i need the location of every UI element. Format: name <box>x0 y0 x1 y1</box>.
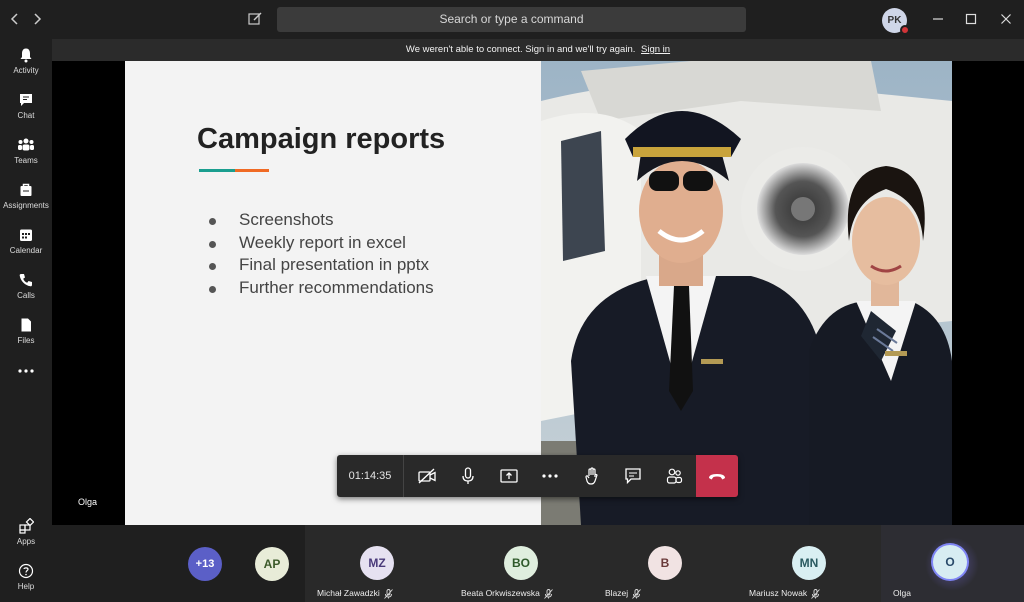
raise-hand-icon <box>585 467 598 485</box>
participant-avatar: B <box>648 546 682 580</box>
rail-label: Apps <box>16 537 36 546</box>
camera-off-button[interactable] <box>417 466 437 486</box>
rail-label: Assignments <box>3 201 49 210</box>
minimize-icon[interactable] <box>929 10 947 28</box>
app-rail: Activity Chat Teams Assignments Calendar… <box>0 39 52 602</box>
rail-apps[interactable]: Apps <box>0 518 52 558</box>
rail-label: Calendar <box>9 246 43 255</box>
chat-icon <box>625 468 641 485</box>
slide-bullet: Final presentation in pptx <box>207 254 434 277</box>
raise-hand-button[interactable] <box>582 466 602 486</box>
mic-off-icon <box>811 588 820 599</box>
participant-avatar-ap[interactable]: AP <box>255 547 289 581</box>
participant-name: Michał Zawadzki <box>317 588 393 599</box>
more-apps-button[interactable] <box>0 366 52 406</box>
rail-calls[interactable]: Calls <box>0 272 52 312</box>
camera-off-icon <box>418 468 436 484</box>
participant-name: Mariusz Nowak <box>749 588 820 599</box>
rail-label: Teams <box>14 156 38 165</box>
participant-strip: +13 AP MZ Michał Zawadzki BO Beata Orkwi… <box>52 525 1024 602</box>
participant-tile[interactable]: MZ Michał Zawadzki <box>305 525 449 602</box>
call-control-bar: 01:14:35 <box>337 455 738 497</box>
rail-label: Calls <box>17 291 35 300</box>
slide-title: Campaign reports <box>197 123 446 155</box>
connection-banner: We weren't able to connect. Sign in and … <box>52 39 1024 61</box>
more-actions-button[interactable] <box>540 466 560 486</box>
mic-off-icon <box>544 588 553 599</box>
phone-icon <box>19 274 32 287</box>
rail-calendar[interactable]: Calendar <box>0 227 52 267</box>
slide-bullet: Further recommendations <box>207 277 434 300</box>
participants-button[interactable] <box>664 466 684 486</box>
rail-chat[interactable]: Chat <box>0 92 52 132</box>
participant-tile[interactable]: B Blazej <box>593 525 737 602</box>
rail-files[interactable]: Files <box>0 317 52 357</box>
presenter-name: Olga <box>78 497 98 507</box>
teams-icon <box>18 138 34 151</box>
search-input[interactable]: Search or type a command <box>277 7 746 32</box>
participant-tile-self[interactable]: O Olga <box>881 525 1024 602</box>
rail-teams[interactable]: Teams <box>0 137 52 177</box>
share-screen-button[interactable] <box>499 466 519 486</box>
bell-icon <box>20 48 32 63</box>
mic-off-icon <box>383 588 393 599</box>
chat-button[interactable] <box>623 466 643 486</box>
rail-label: Chat <box>17 111 35 120</box>
participant-avatar: MN <box>792 546 826 580</box>
rail-label: Files <box>17 336 35 345</box>
file-icon <box>21 318 31 332</box>
title-bar: Search or type a command PK <box>0 0 1024 39</box>
sign-in-link[interactable]: Sign in <box>641 44 670 55</box>
participant-name-text: Mariusz Nowak <box>749 588 808 598</box>
participant-tile[interactable]: MN Mariusz Nowak <box>737 525 881 602</box>
assignments-icon <box>20 183 32 196</box>
slide-bullet: Weekly report in excel <box>207 232 434 255</box>
teams-window: Search or type a command PK Activity Cha… <box>0 0 1024 602</box>
hang-up-icon <box>709 474 725 480</box>
participant-name-text: Michał Zawadzki <box>317 588 380 598</box>
slide-accent-line-teal <box>199 169 235 172</box>
profile-initials: PK <box>887 15 902 26</box>
microphone-button[interactable] <box>458 466 478 486</box>
banner-text: We weren't able to connect. Sign in and … <box>405 44 636 55</box>
slide-bullet-list: Screenshots Weekly report in excel Final… <box>207 209 434 299</box>
participant-name-text: Olga <box>893 588 911 598</box>
participant-name: Blazej <box>605 588 641 599</box>
slide-accent-line-orange <box>235 169 269 172</box>
participant-avatar: BO <box>504 546 538 580</box>
participant-tile[interactable]: BO Beata Orkwiszewska <box>449 525 593 602</box>
rail-assignments[interactable]: Assignments <box>0 182 52 222</box>
participant-name: Olga <box>893 588 911 598</box>
slide-bullet: Screenshots <box>207 209 434 232</box>
participant-name: Beata Orkwiszewska <box>461 588 553 599</box>
chat-icon <box>20 94 32 106</box>
more-icon <box>542 474 558 478</box>
mic-off-icon <box>632 588 641 599</box>
microphone-icon <box>462 467 474 484</box>
close-icon[interactable] <box>997 10 1015 28</box>
help-icon <box>18 563 34 579</box>
share-screen-icon <box>500 469 518 483</box>
overflow-participants-button[interactable]: +13 <box>188 547 222 581</box>
back-icon[interactable] <box>6 10 24 28</box>
status-busy-icon <box>900 25 910 35</box>
participant-name-text: Blazej <box>605 588 629 598</box>
rail-activity[interactable]: Activity <box>0 47 52 87</box>
people-icon <box>666 468 683 484</box>
participant-avatar: MZ <box>360 546 394 580</box>
new-chat-icon[interactable] <box>246 10 264 28</box>
profile-avatar[interactable]: PK <box>882 8 910 35</box>
forward-icon[interactable] <box>28 10 46 28</box>
rail-label: Activity <box>13 66 39 75</box>
more-icon <box>18 369 34 373</box>
participant-avatar: O <box>933 545 967 579</box>
hang-up-button[interactable] <box>696 455 738 497</box>
call-timer: 01:14:35 <box>337 455 404 497</box>
apps-icon <box>19 518 34 534</box>
maximize-icon[interactable] <box>962 10 980 28</box>
calendar-icon <box>20 229 32 241</box>
participant-name-text: Beata Orkwiszewska <box>461 588 540 598</box>
rail-help[interactable]: Help <box>0 563 52 602</box>
rail-label: Help <box>17 582 35 591</box>
